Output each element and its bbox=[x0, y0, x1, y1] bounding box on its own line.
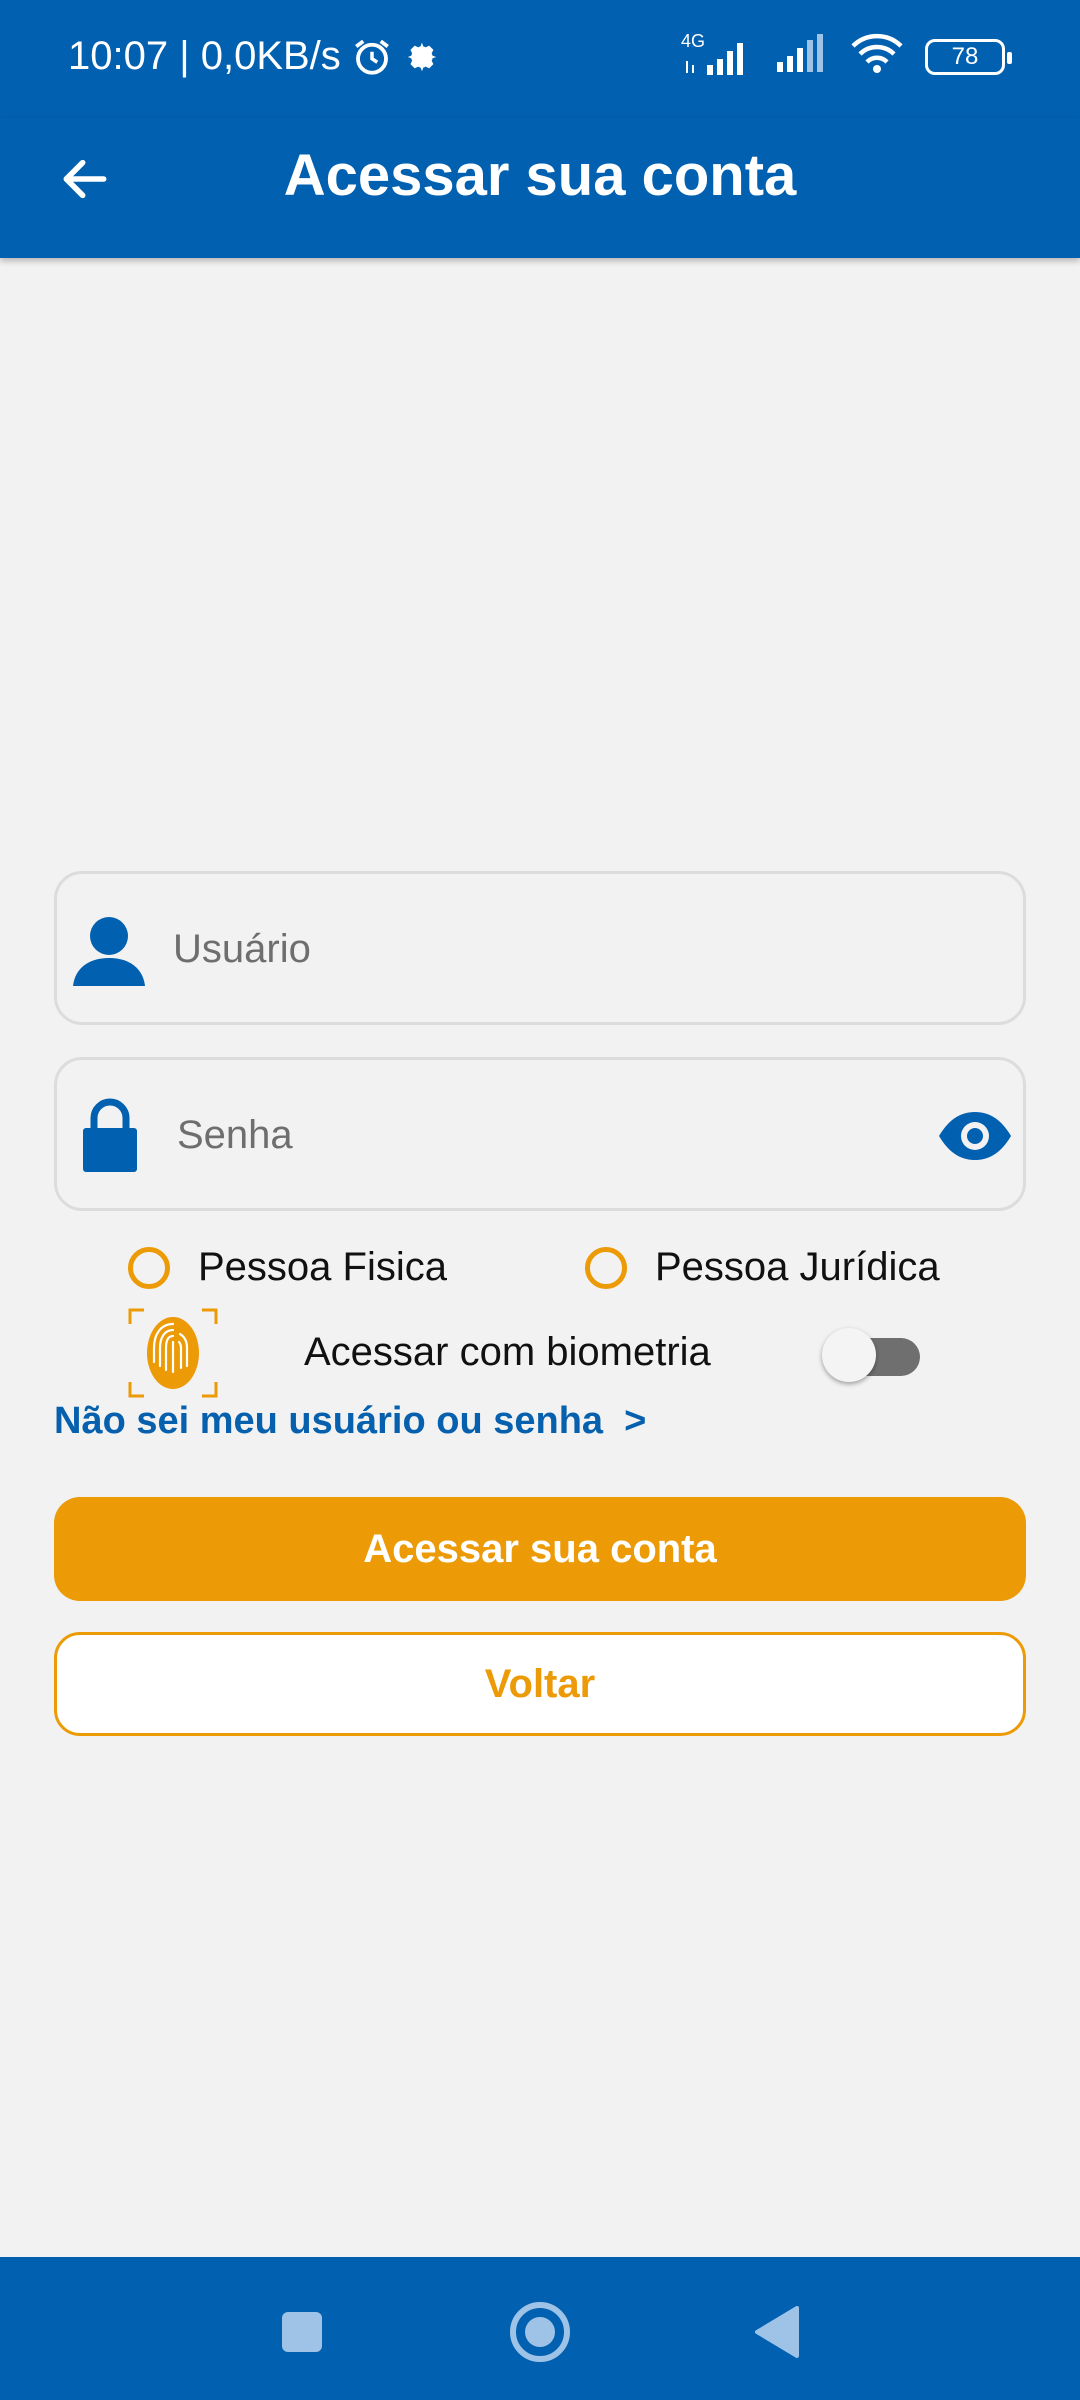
app-bar: Acessar sua conta bbox=[0, 118, 1080, 258]
radio-pessoa-juridica[interactable]: Pessoa Jurídica bbox=[585, 1245, 940, 1290]
battery-icon: 78 bbox=[925, 38, 1012, 75]
password-field[interactable] bbox=[54, 1057, 1026, 1211]
back-button-label: Voltar bbox=[484, 1661, 596, 1706]
user-icon bbox=[71, 914, 147, 991]
biometric-toggle[interactable] bbox=[822, 1328, 920, 1382]
radio-circle[interactable] bbox=[585, 1246, 627, 1289]
password-input[interactable] bbox=[177, 1100, 877, 1170]
page-title: Acessar sua conta bbox=[283, 143, 797, 208]
forgot-credentials-link[interactable]: Não sei meu usuário ou senha > bbox=[54, 1400, 646, 1443]
lock-icon bbox=[81, 1098, 139, 1177]
alarm-icon bbox=[351, 36, 393, 78]
recent-apps-icon[interactable] bbox=[267, 2297, 337, 2367]
biometric-row: Acessar com biometria bbox=[0, 1306, 1080, 1400]
radio-circle[interactable] bbox=[128, 1246, 170, 1289]
back-triangle-icon[interactable] bbox=[742, 2297, 812, 2367]
radio-label: Pessoa Jurídica bbox=[655, 1245, 940, 1289]
username-input[interactable] bbox=[173, 914, 873, 984]
wifi-icon bbox=[849, 32, 905, 81]
signal-icon-2 bbox=[773, 32, 829, 81]
status-bar: 10:07 | 0,0KB/s 4G 78 bbox=[0, 0, 1080, 118]
fingerprint-icon bbox=[128, 1308, 218, 1398]
username-field[interactable] bbox=[54, 871, 1026, 1025]
status-left: 10:07 | 0,0KB/s bbox=[68, 34, 441, 79]
status-right: 4G 78 bbox=[681, 31, 1012, 81]
home-icon[interactable] bbox=[505, 2297, 575, 2367]
signal-icon: 4G bbox=[681, 31, 753, 79]
status-time-speed: 10:07 | 0,0KB/s bbox=[68, 34, 341, 78]
toggle-thumb bbox=[822, 1328, 876, 1382]
forgot-credentials-text: Não sei meu usuário ou senha > bbox=[54, 1400, 647, 1442]
system-navigation-bar bbox=[0, 2257, 1080, 2400]
back-button[interactable]: Voltar bbox=[54, 1632, 1026, 1736]
person-type-group: Pessoa Fisica Pessoa Jurídica bbox=[0, 1245, 1080, 1305]
eye-icon[interactable] bbox=[937, 1110, 1013, 1167]
login-button[interactable]: Acessar sua conta bbox=[54, 1497, 1026, 1601]
radio-label: Pessoa Fisica bbox=[198, 1245, 447, 1289]
battery-level: 78 bbox=[951, 42, 979, 70]
biometric-label: Acessar com biometria bbox=[304, 1330, 711, 1374]
settings-gear-icon bbox=[403, 38, 441, 76]
login-button-label: Acessar sua conta bbox=[363, 1526, 717, 1571]
radio-pessoa-fisica[interactable]: Pessoa Fisica bbox=[128, 1245, 447, 1290]
